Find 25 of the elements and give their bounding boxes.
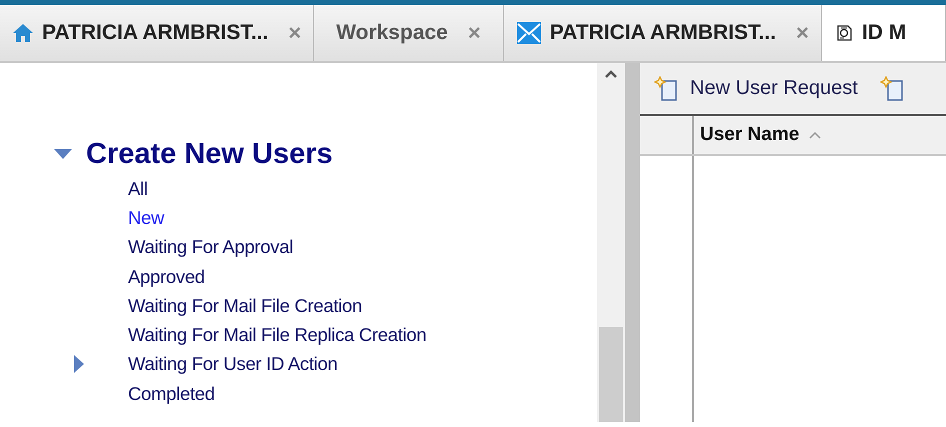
view-link[interactable]: Waiting For User ID Action [128,353,338,376]
tab[interactable]: Workspace × [314,5,504,61]
tab-label: PATRICIA ARMBRIST... [550,21,776,45]
scrollbar[interactable] [597,63,625,422]
tab[interactable]: PATRICIA ARMBRIST... × [504,5,822,61]
view-link[interactable]: Waiting For Mail File Replica Creation [128,324,426,346]
view-link[interactable]: New [128,206,164,229]
section-title[interactable]: Create New Users [86,138,333,170]
collapse-triangle-icon[interactable] [53,148,73,160]
scroll-up-icon[interactable] [604,69,618,79]
tab[interactable]: PATRICIA ARMBRIST... × [0,5,314,61]
view-link[interactable]: Approved [128,266,205,288]
new-document-icon [654,76,680,102]
home-icon [12,22,34,44]
tab[interactable]: ID M [822,5,946,61]
new-document-icon [880,76,906,102]
view-link[interactable]: All [128,178,148,200]
scrollbar-thumb[interactable] [599,327,623,422]
view-link[interactable]: Waiting For Approval [128,236,294,258]
view-link[interactable]: Completed [128,382,215,405]
tab-label: Workspace [336,21,448,45]
tab-label: PATRICIA ARMBRIST... [42,21,268,45]
tab-label: ID M [862,21,906,45]
view-link[interactable]: Waiting For Mail File Creation [128,294,362,317]
envelope-icon [516,21,542,45]
